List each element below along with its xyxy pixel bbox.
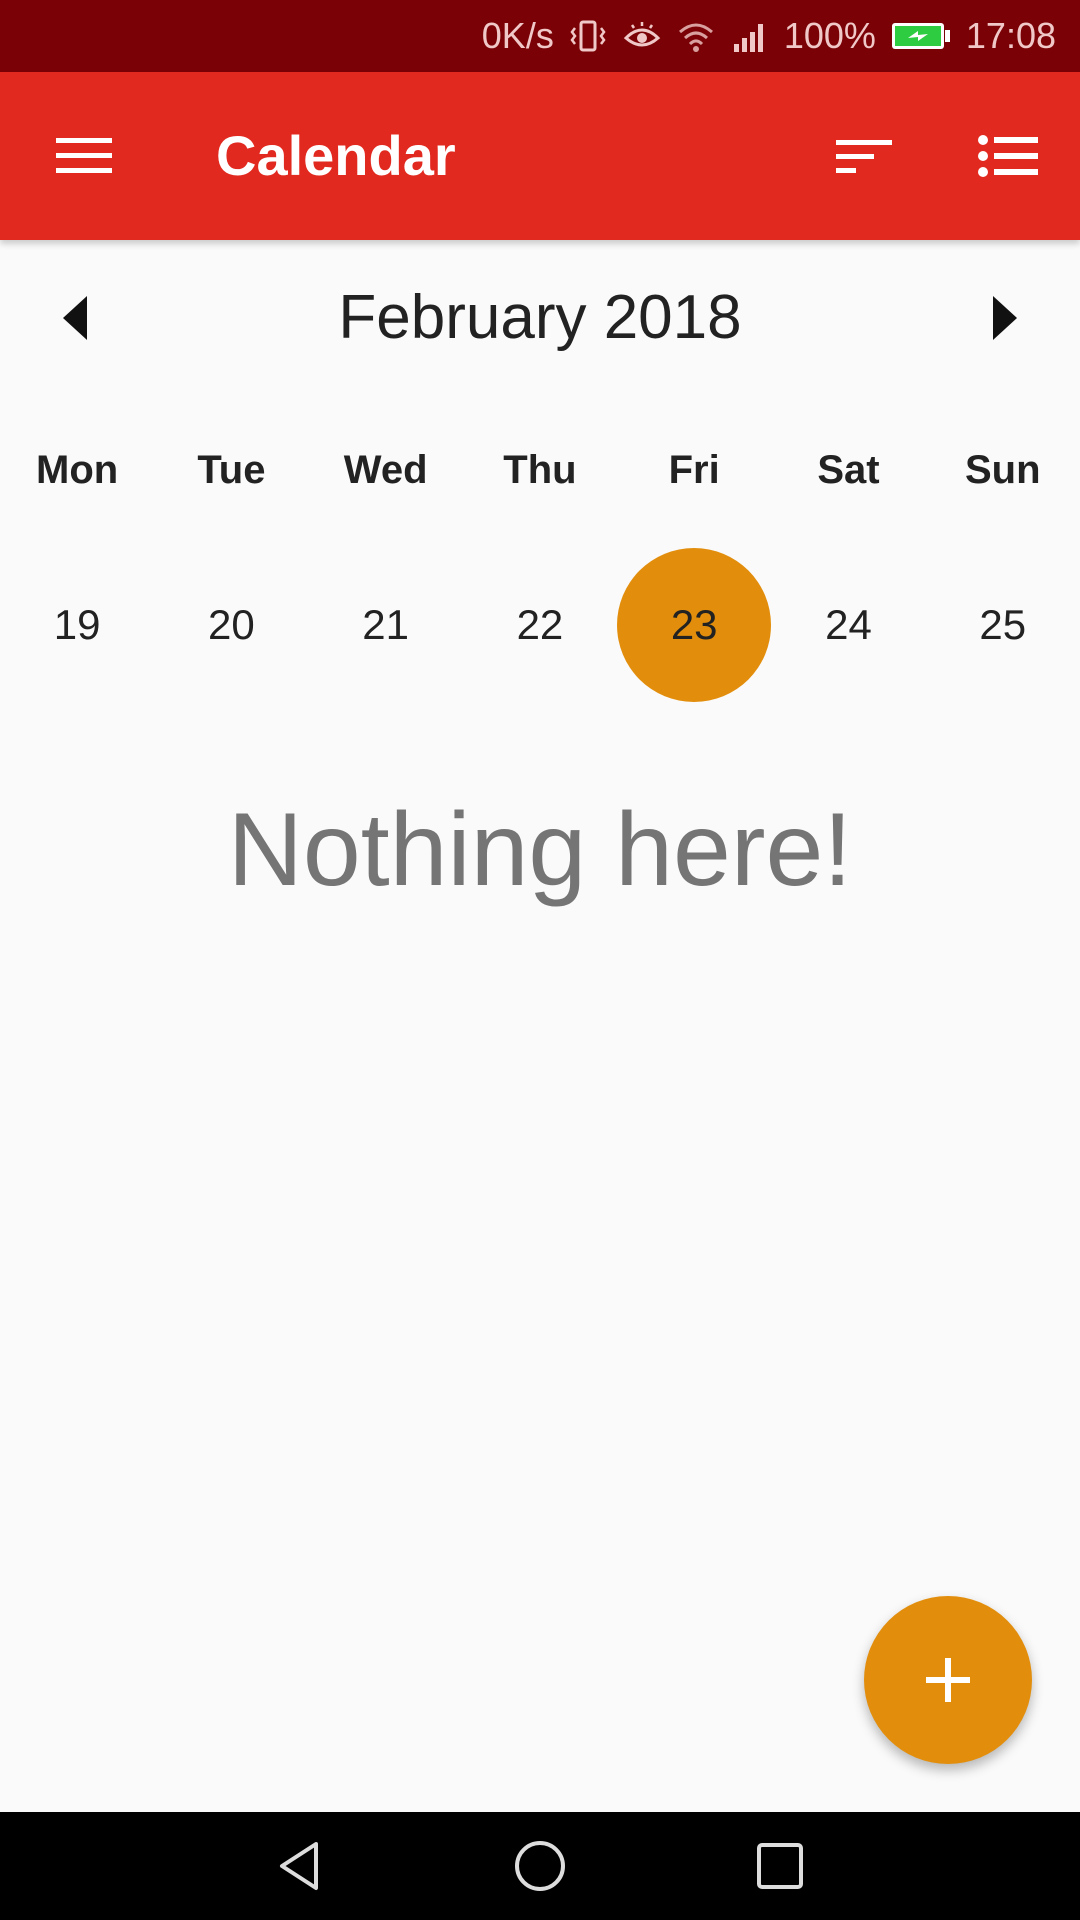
date-cell[interactable]: 21 [309, 548, 463, 702]
vibrate-icon [568, 16, 608, 56]
week-dates: 19 20 21 22 23 24 25 [0, 548, 1080, 702]
date-number: 20 [208, 601, 255, 648]
date-cell[interactable]: 19 [0, 548, 154, 702]
eye-comfort-icon [622, 16, 662, 56]
sort-icon[interactable] [822, 114, 906, 198]
date-cell[interactable]: 24 [771, 548, 925, 702]
weekday-label: Wed [343, 448, 428, 492]
status-bar: 0K/s 100% 17:08 [0, 0, 1080, 72]
weekday-label: Mon [36, 448, 119, 492]
system-navigation-bar [0, 1812, 1080, 1920]
list-view-icon[interactable] [966, 114, 1050, 198]
net-speed: 0K/s [481, 15, 554, 56]
month-navigation: February 2018 [0, 270, 1080, 366]
menu-icon[interactable] [42, 114, 126, 198]
chevron-right-icon [993, 296, 1017, 340]
date-number: 25 [979, 601, 1027, 648]
date-cell-selected[interactable]: 23 [617, 548, 772, 702]
weekday-label: Sun [964, 448, 1041, 492]
recents-icon[interactable] [744, 1830, 816, 1902]
battery-charging-icon [890, 20, 952, 52]
empty-state-message: Nothing here! [227, 792, 853, 908]
weekday-label: Fri [668, 448, 720, 492]
date-number: 23 [617, 548, 772, 702]
date-cell[interactable]: 25 [926, 548, 1080, 702]
add-icon [926, 1658, 970, 1702]
date-number: 19 [53, 601, 101, 648]
date-number: 24 [825, 601, 872, 648]
clock: 17:08 [965, 15, 1056, 56]
wifi-icon [676, 16, 716, 56]
date-number: 22 [516, 601, 564, 648]
signal-icon [730, 16, 770, 56]
date-number: 21 [362, 601, 410, 648]
weekday-label: Thu [503, 448, 577, 492]
month-title: February 2018 [338, 283, 742, 352]
weekday-label: Sat [817, 448, 880, 492]
weekday-header: Mon Tue Wed Thu Fri Sat Sun [0, 440, 1080, 500]
app-bar: Calendar [0, 72, 1080, 240]
date-cell[interactable]: 20 [154, 548, 308, 702]
home-icon[interactable] [504, 1830, 576, 1902]
next-month-button[interactable] [962, 276, 1046, 360]
battery-level: 100% [783, 15, 876, 56]
date-cell[interactable]: 22 [463, 548, 617, 702]
app-title: Calendar [216, 124, 456, 187]
add-event-button[interactable] [864, 1596, 1032, 1764]
back-icon[interactable] [264, 1830, 336, 1902]
weekday-label: Tue [197, 448, 266, 492]
